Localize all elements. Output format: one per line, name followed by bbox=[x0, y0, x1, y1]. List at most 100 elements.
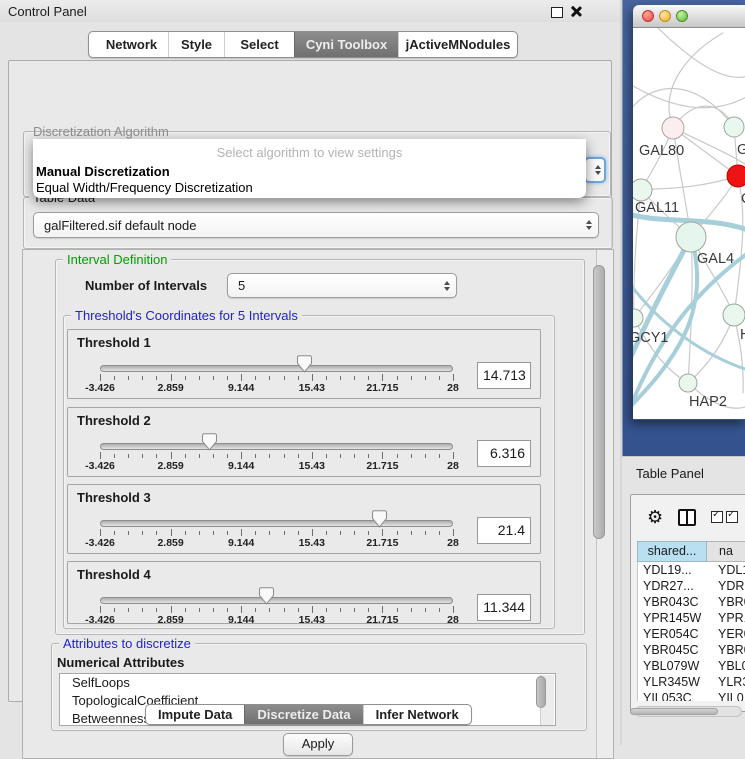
tick-mark bbox=[368, 531, 369, 535]
tab-jactivemnodules[interactable]: jActiveMNodules bbox=[398, 32, 517, 57]
network-node-gcy1[interactable] bbox=[633, 309, 643, 327]
minimize-traffic-light-icon[interactable] bbox=[659, 10, 671, 22]
scrollbar-thumb[interactable] bbox=[593, 265, 605, 539]
cell-shared-name[interactable]: YIL053C bbox=[638, 690, 708, 701]
tab-discretize-data[interactable]: Discretize Data bbox=[244, 705, 362, 724]
cell-name[interactable]: YLR3 bbox=[708, 674, 745, 690]
tick-label: 28 bbox=[447, 460, 459, 472]
network-node-gal80[interactable] bbox=[662, 117, 684, 139]
table-row[interactable]: YBL079WYBL0 bbox=[638, 658, 745, 674]
close-traffic-light-icon[interactable] bbox=[642, 10, 654, 22]
attribute-item-selfloops[interactable]: SelfLoops bbox=[60, 674, 555, 692]
cell-shared-name[interactable]: YBR045C bbox=[638, 642, 708, 658]
network-window[interactable]: GAL80GCGAL11GAL4GCY1HHAP2 bbox=[633, 5, 745, 420]
column-header-shared-name[interactable]: shared... bbox=[637, 541, 707, 562]
scrollbar-thumb[interactable] bbox=[536, 676, 546, 708]
close-icon[interactable] bbox=[570, 5, 582, 17]
cell-name[interactable]: YDL1 bbox=[708, 562, 745, 578]
slider-track[interactable] bbox=[100, 597, 453, 604]
gear-icon[interactable]: ⚙ bbox=[647, 508, 663, 526]
slider-track[interactable] bbox=[100, 443, 453, 450]
network-node-gal11[interactable] bbox=[633, 179, 652, 201]
algorithm-option-equal-width-frequency-discretization[interactable]: Equal Width/Frequency Discretization bbox=[33, 180, 586, 196]
network-node-hap2[interactable] bbox=[679, 374, 697, 392]
network-edge bbox=[669, 33, 723, 128]
network-node-c[interactable] bbox=[727, 165, 745, 187]
threshold-slider[interactable]: -3.4262.8599.14415.4321.71528 bbox=[100, 515, 453, 551]
float-window-icon[interactable] bbox=[551, 7, 563, 18]
tab-select[interactable]: Select bbox=[224, 32, 294, 57]
threshold-slider[interactable]: -3.4262.8599.14415.4321.71528 bbox=[100, 360, 453, 396]
tab-infer-network[interactable]: Infer Network bbox=[363, 705, 471, 724]
horizontal-scrollbar[interactable] bbox=[635, 706, 742, 717]
slider-thumb[interactable] bbox=[202, 433, 217, 451]
tick-mark bbox=[284, 531, 285, 535]
tab-style[interactable]: Style bbox=[168, 32, 224, 57]
network-node-g[interactable] bbox=[724, 117, 744, 137]
slider-track[interactable] bbox=[100, 365, 453, 372]
threshold-slider[interactable]: -3.4262.8599.14415.4321.71528 bbox=[100, 438, 453, 474]
tick-mark bbox=[425, 454, 426, 458]
tick-mark bbox=[171, 374, 172, 381]
cell-shared-name[interactable]: YBL079W bbox=[638, 658, 708, 674]
cell-name[interactable]: YBR0 bbox=[708, 594, 745, 610]
slider-thumb[interactable] bbox=[259, 587, 274, 605]
tab-impute-data[interactable]: Impute Data bbox=[146, 705, 244, 724]
column-header-name[interactable]: na bbox=[707, 541, 745, 562]
table-row[interactable]: YIL053CYIL0 bbox=[638, 690, 745, 701]
cell-name[interactable]: YBL0 bbox=[708, 658, 745, 674]
network-graph[interactable]: GAL80GCGAL11GAL4GCY1HHAP2 bbox=[633, 28, 745, 419]
network-node-gal4[interactable] bbox=[676, 222, 706, 252]
tick-mark bbox=[425, 531, 426, 535]
algorithm-option-manual-discretization[interactable]: Manual Discretization bbox=[33, 164, 586, 180]
tick-mark bbox=[382, 529, 383, 536]
table-row[interactable]: YER054CYER0 bbox=[638, 626, 745, 642]
cell-name[interactable]: YPR1 bbox=[708, 610, 745, 626]
scrollbar-thumb[interactable] bbox=[630, 708, 718, 715]
threshold-value-field[interactable]: 6.316 bbox=[477, 440, 531, 467]
node-label-hap2: HAP2 bbox=[689, 394, 727, 410]
table-row[interactable]: YBR043CYBR0 bbox=[638, 594, 745, 610]
network-node-h[interactable] bbox=[723, 304, 745, 326]
network-window-titlebar[interactable] bbox=[633, 5, 745, 28]
cell-shared-name[interactable]: YER054C bbox=[638, 626, 708, 642]
threshold-value-field[interactable]: 21.4 bbox=[477, 517, 531, 544]
threshold-value-field[interactable]: 11.344 bbox=[477, 594, 531, 621]
table-data-combobox[interactable]: galFiltered.sif default node bbox=[33, 212, 599, 238]
tick-label: 28 bbox=[447, 614, 459, 626]
cell-name[interactable]: YER0 bbox=[708, 626, 745, 642]
threshold-panel: Threshold 2 -3.4262.8599.14415.4321.7152… bbox=[67, 407, 541, 477]
tab-cyni-toolbox[interactable]: Cyni Toolbox bbox=[294, 32, 398, 57]
slider-thumb[interactable] bbox=[297, 355, 312, 373]
tick-mark bbox=[326, 531, 327, 535]
checkbox-icon[interactable] bbox=[726, 511, 738, 523]
cell-name[interactable]: YIL0 bbox=[708, 690, 745, 701]
cell-name[interactable]: YDR2 bbox=[708, 578, 745, 594]
cell-shared-name[interactable]: YPR145W bbox=[638, 610, 708, 626]
table-row[interactable]: YPR145WYPR1 bbox=[638, 610, 745, 626]
cell-shared-name[interactable]: YBR043C bbox=[638, 594, 708, 610]
list-scrollbar[interactable] bbox=[540, 675, 554, 725]
checkbox-icon[interactable] bbox=[711, 511, 723, 523]
zoom-traffic-light-icon[interactable] bbox=[676, 10, 688, 22]
cell-shared-name[interactable]: YDR27... bbox=[638, 578, 708, 594]
slider-thumb[interactable] bbox=[372, 510, 387, 528]
threshold-value-field[interactable]: 14.713 bbox=[477, 362, 531, 389]
cell-name[interactable]: YBR0 bbox=[708, 642, 745, 658]
slider-track[interactable] bbox=[100, 520, 453, 527]
network-canvas[interactable]: GAL80GCGAL11GAL4GCY1HHAP2 bbox=[633, 28, 745, 419]
threshold-slider[interactable]: -3.4262.8599.14415.4321.71528 bbox=[100, 592, 453, 628]
cell-shared-name[interactable]: YDL19... bbox=[638, 562, 708, 578]
tab-label: Cyni Toolbox bbox=[306, 37, 387, 52]
cell-shared-name[interactable]: YLR345W bbox=[638, 674, 708, 690]
table-row[interactable]: YDR27...YDR2 bbox=[638, 578, 745, 594]
table-row[interactable]: YBR045CYBR0 bbox=[638, 642, 745, 658]
split-view-icon[interactable] bbox=[678, 509, 696, 526]
table-row[interactable]: YLR345WYLR3 bbox=[638, 674, 745, 690]
table-row[interactable]: YDL19...YDL1 bbox=[638, 562, 745, 578]
algorithm-combobox[interactable] bbox=[584, 157, 606, 183]
vertical-scrollbar[interactable] bbox=[596, 250, 613, 758]
number-of-intervals-spinner[interactable]: 5 bbox=[227, 273, 457, 298]
tab-network[interactable]: Network bbox=[89, 32, 168, 57]
column-select-icons[interactable] bbox=[711, 511, 738, 523]
